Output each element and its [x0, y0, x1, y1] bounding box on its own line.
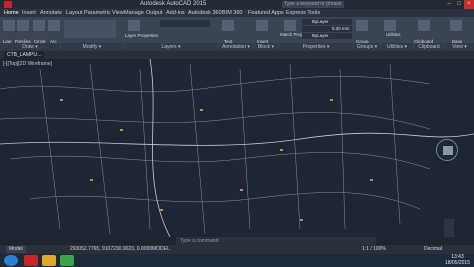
text-icon[interactable] [222, 20, 234, 31]
maximize-icon[interactable]: □ [454, 0, 464, 9]
tab-home[interactable]: Home [4, 9, 19, 17]
navigation-bar[interactable] [444, 219, 454, 237]
tab-addins[interactable]: Add-ins [166, 9, 185, 17]
autocad-logo-icon[interactable] [4, 1, 12, 8]
view-panel[interactable]: View ▾ [445, 43, 474, 51]
minimize-icon[interactable]: – [444, 0, 454, 9]
window-title: Autodesk AutoCAD 2015 [140, 1, 207, 7]
windows-start-icon[interactable] [4, 255, 18, 266]
command-line-input[interactable]: Type a command [176, 237, 376, 245]
tab-view[interactable]: View [112, 9, 124, 17]
measure-icon[interactable] [384, 20, 396, 31]
status-bar: Model 293052.7765, 9107230.9023, 0.0000 … [0, 245, 474, 254]
folder-taskbar-icon[interactable] [42, 255, 56, 266]
document-tab[interactable]: CTB_LAMPU… [4, 51, 44, 59]
tab-manage[interactable]: Manage [124, 9, 144, 17]
tab-insert[interactable]: Insert [22, 9, 36, 17]
viewcube[interactable] [436, 139, 458, 161]
color-dropdown[interactable]: ByLayer [302, 19, 352, 25]
modify-tools[interactable] [64, 20, 116, 38]
layers-panel[interactable]: Layers ▾ [124, 43, 218, 51]
lineweight-dropdown[interactable]: 0.30 mm [302, 26, 352, 32]
layer-properties-label: Layer Properties [125, 33, 159, 38]
clock-date: 18/05/2015 [444, 260, 470, 266]
model-space-toggle[interactable]: MODEL [152, 246, 170, 253]
utilities-label: Utilities [386, 32, 401, 37]
tab-bim360[interactable]: BIM 360 [222, 9, 242, 17]
ribbon-tabs: Home Insert Annotate Layout Parametric V… [0, 9, 474, 17]
annotation-scale[interactable]: 1:1 / 100% [362, 246, 386, 253]
linetype-dropdown[interactable]: ByLayer [302, 33, 352, 39]
line-tool-icon[interactable] [3, 20, 15, 31]
tab-parametric[interactable]: Parametric [84, 9, 111, 17]
ribbon: Line Polyline Circle Arc Layer Propertie… [0, 17, 474, 51]
model-layout-tab[interactable]: Model [6, 246, 26, 253]
insert-icon[interactable] [256, 20, 268, 31]
draw-panel[interactable]: Draw ▾ [0, 43, 60, 51]
tab-annotate[interactable]: Annotate [40, 9, 62, 17]
coordinates-readout[interactable]: 293052.7765, 9107230.9023, 0.0000 [70, 246, 152, 253]
tab-layout[interactable]: Layout [66, 9, 83, 17]
title-bar: Autodesk AutoCAD 2015 Type a keyword or … [0, 0, 474, 9]
close-icon[interactable]: × [464, 0, 474, 9]
arc-tool-icon[interactable] [48, 20, 60, 31]
drawing-canvas[interactable]: [-][Top][2D Wireframe] [0, 59, 474, 237]
group-icon[interactable] [356, 20, 368, 31]
tab-express-tools[interactable]: Express Tools [286, 9, 320, 17]
autocad-taskbar-icon[interactable] [24, 255, 38, 266]
block-panel[interactable]: Block ▾ [254, 43, 278, 51]
annotation-panel[interactable]: Annotation ▾ [219, 43, 253, 51]
polyline-tool-icon[interactable] [17, 20, 29, 31]
units-dropdown[interactable]: Decimal [424, 246, 442, 253]
layer-dropdown[interactable] [160, 20, 210, 27]
street-map-drawing [0, 59, 474, 237]
paste-icon[interactable] [418, 20, 430, 31]
base-view-icon[interactable] [450, 20, 462, 31]
tab-autodesk360[interactable]: Autodesk 360 [188, 9, 222, 17]
system-clock[interactable]: 13:43 18/05/2015 [445, 254, 470, 266]
circle-tool-icon[interactable] [33, 20, 45, 31]
properties-panel[interactable]: Properties ▾ [279, 43, 353, 51]
modify-panel[interactable]: Modify ▾ [61, 43, 123, 51]
tab-featured-apps[interactable]: Featured Apps [248, 9, 284, 17]
match-properties-icon[interactable] [284, 20, 296, 31]
search-input[interactable]: Type a keyword or phrase [282, 1, 344, 8]
utilities-panel[interactable]: Utilities ▾ [381, 43, 413, 51]
chrome-taskbar-icon[interactable] [60, 255, 74, 266]
document-tabs: CTB_LAMPU… [0, 51, 474, 59]
viewcube-top-face[interactable] [443, 146, 453, 155]
windows-taskbar: 13:43 18/05/2015 [0, 254, 474, 267]
layer-properties-icon[interactable] [128, 20, 140, 31]
groups-panel[interactable]: Groups ▾ [354, 43, 380, 51]
clipboard-panel[interactable]: Clipboard [414, 43, 444, 51]
tab-output[interactable]: Output [146, 9, 163, 17]
